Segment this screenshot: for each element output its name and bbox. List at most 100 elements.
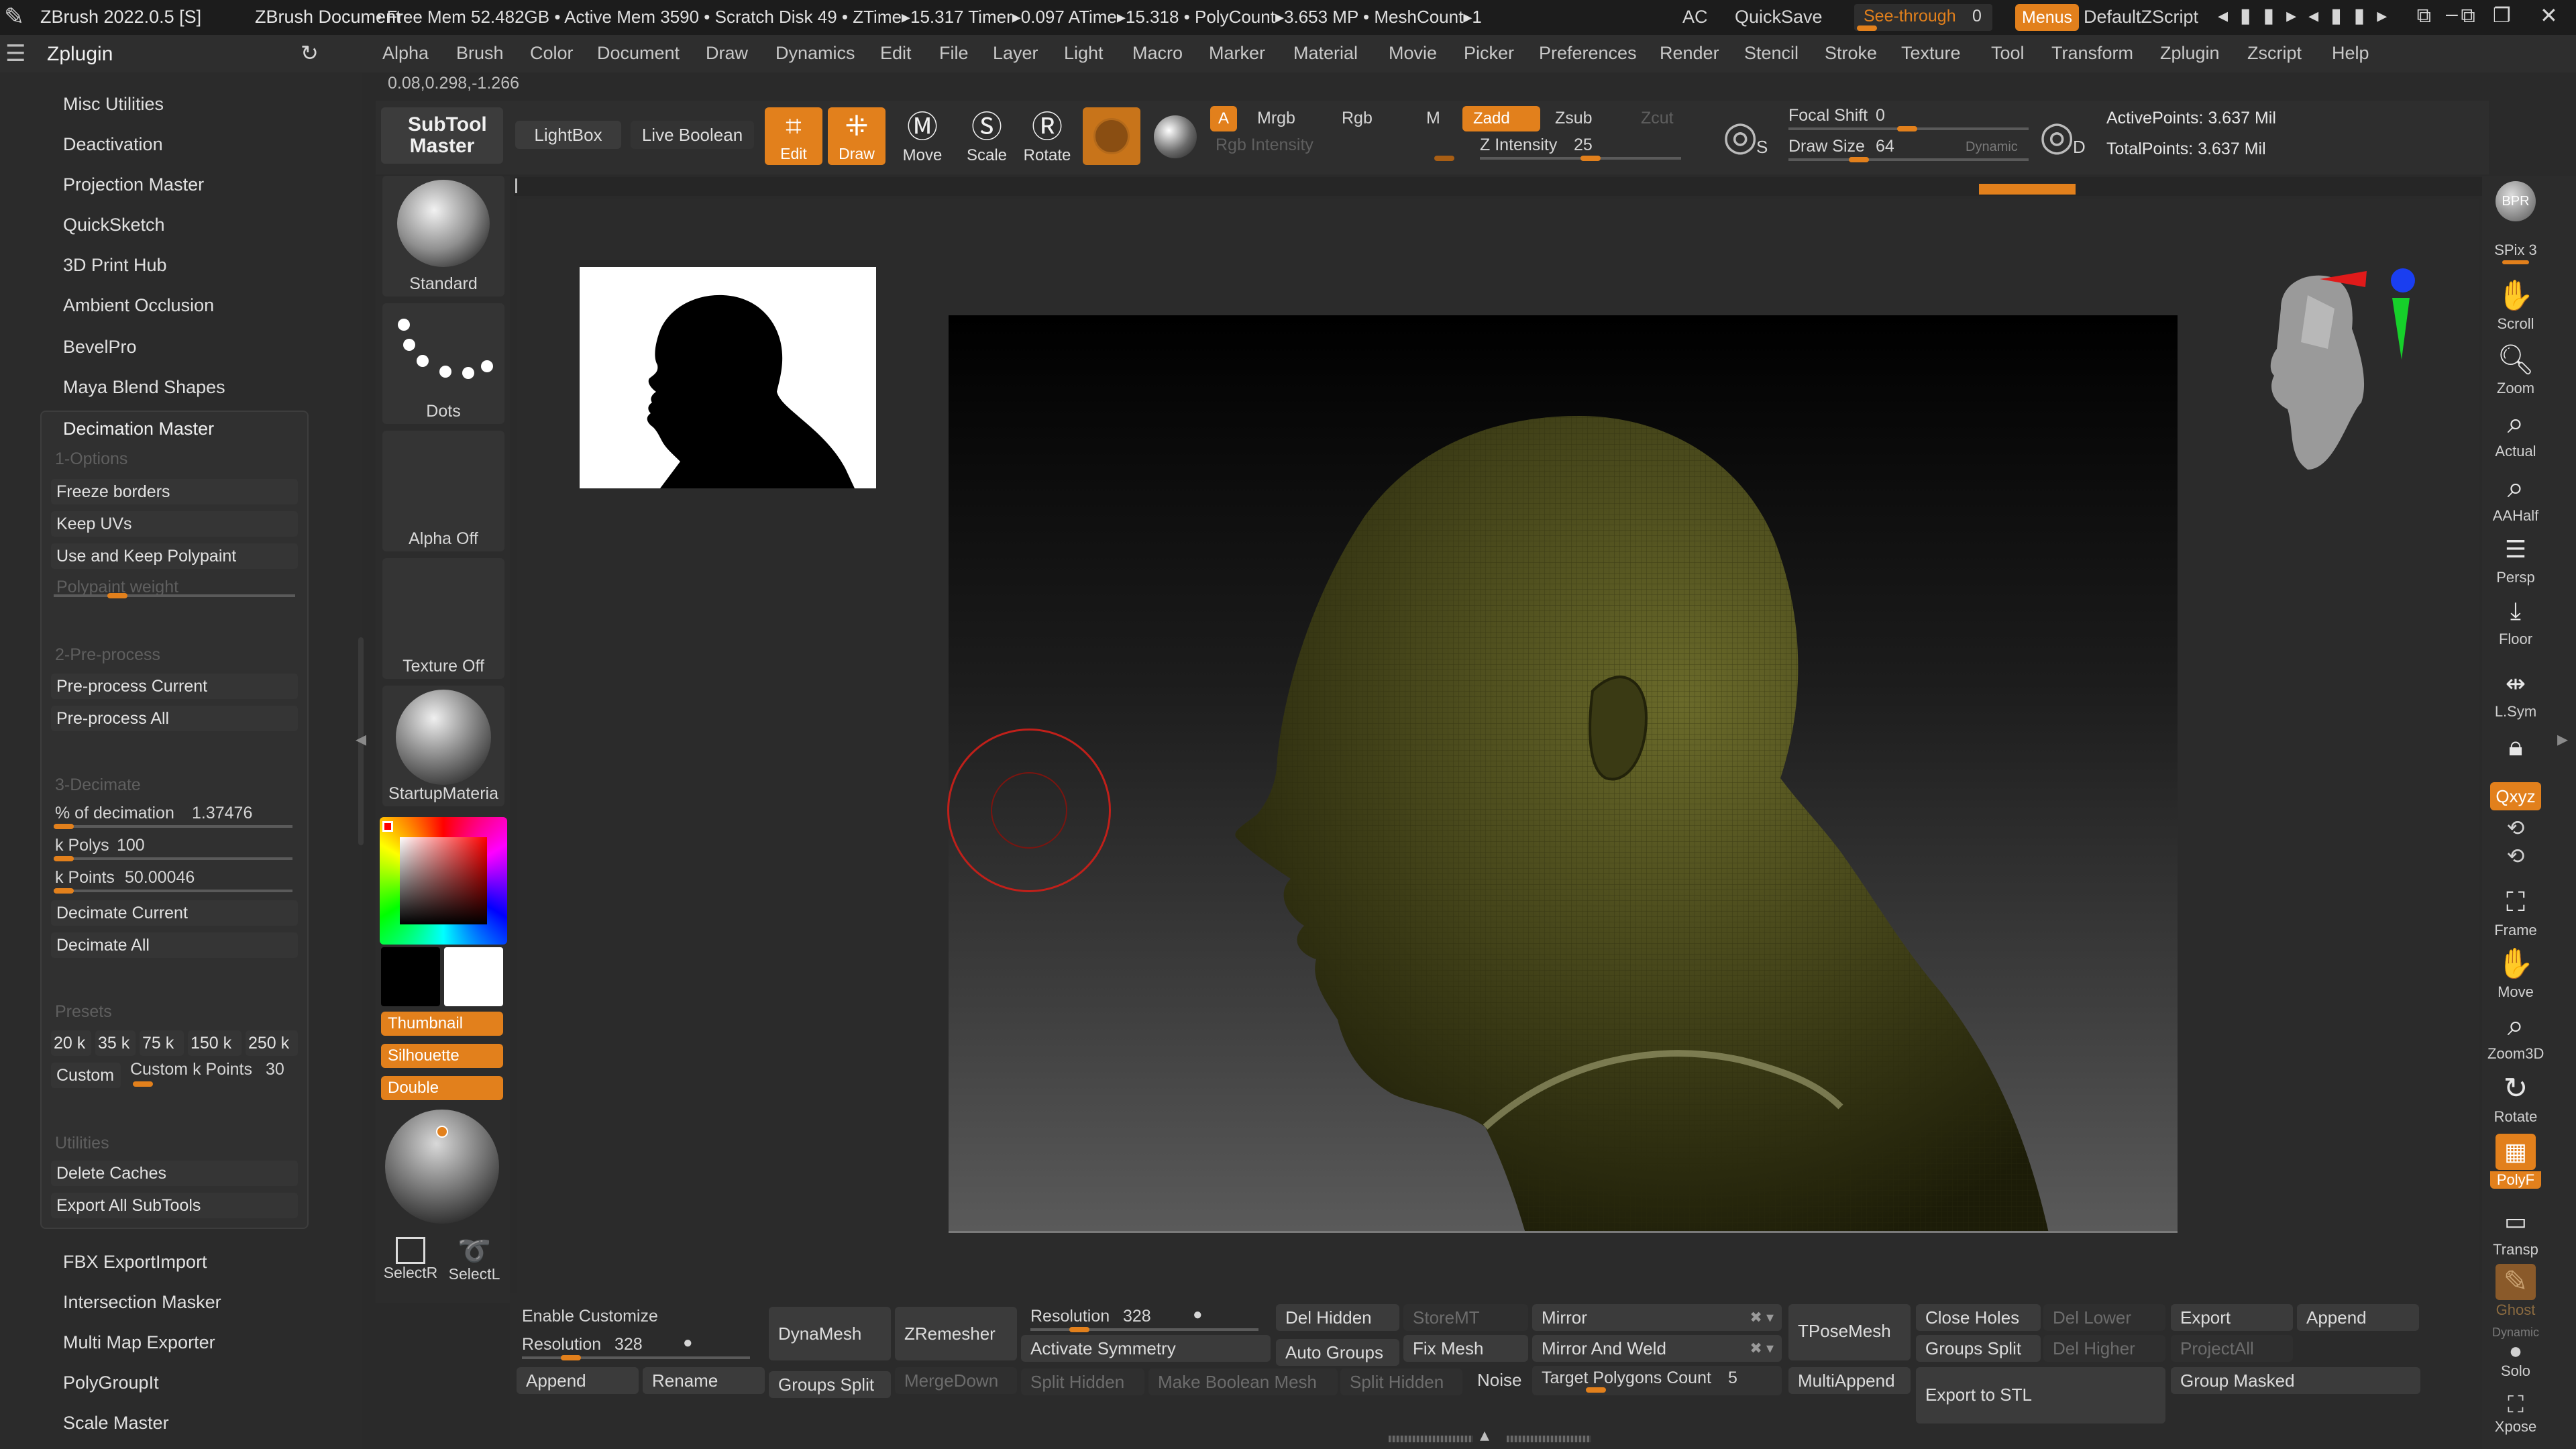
- material-thumb[interactable]: StartupMateria: [382, 686, 504, 806]
- draw-button[interactable]: ⁜ Draw: [828, 107, 885, 165]
- del-hidden-button[interactable]: Del Hidden: [1276, 1304, 1399, 1331]
- live-boolean-button[interactable]: Live Boolean: [631, 121, 754, 149]
- export-to-stl-button[interactable]: Export to STL: [1916, 1367, 2165, 1424]
- default-zscript-button[interactable]: DefaultZScript: [2084, 7, 2198, 28]
- persp-button[interactable]: ☰ Persp: [2487, 531, 2544, 586]
- bpr-button[interactable]: BPR: [2487, 181, 2544, 223]
- mergedown-button[interactable]: MergeDown: [895, 1367, 1017, 1394]
- delete-caches-button[interactable]: Delete Caches: [51, 1161, 298, 1186]
- rotate-button[interactable]: Ⓡ Rotate: [1017, 107, 1077, 168]
- brush-standard-thumb[interactable]: Standard: [382, 176, 504, 297]
- see-through-slider[interactable]: See-through 0: [1854, 4, 1992, 31]
- menu-macro[interactable]: Macro: [1132, 43, 1183, 64]
- zoom-button[interactable]: 🔍︎ Zoom: [2487, 342, 2544, 397]
- multiappend-button[interactable]: MultiAppend: [1788, 1367, 1911, 1394]
- zremesher-button[interactable]: ZRemesher: [895, 1307, 1017, 1360]
- append-button[interactable]: Append: [517, 1367, 639, 1394]
- custom-kpoints-slider[interactable]: Custom k Points 30: [126, 1060, 298, 1088]
- mirror-button[interactable]: Mirror ✖ ▾: [1532, 1304, 1782, 1331]
- ghost-button[interactable]: ✎ Ghost: [2487, 1264, 2544, 1319]
- plugin-intersection-masker[interactable]: Intersection Masker: [63, 1292, 221, 1313]
- gizmo-sphere[interactable]: [385, 1110, 499, 1224]
- m-toggle[interactable]: M: [1426, 109, 1440, 128]
- color-picker-square[interactable]: [400, 837, 487, 924]
- rotate-z-button[interactable]: ⟲: [2487, 843, 2544, 869]
- menu-alpha[interactable]: Alpha: [382, 43, 429, 64]
- kpoints-slider[interactable]: k Points 50.00046: [51, 867, 298, 894]
- solo-button[interactable]: Dynamic ● Solo: [2487, 1326, 2544, 1380]
- transp-button[interactable]: ▭ Transp: [2487, 1203, 2544, 1258]
- split-hidden-2-button[interactable]: Split Hidden: [1340, 1368, 1462, 1395]
- menu-brush[interactable]: Brush: [456, 43, 504, 64]
- freeze-borders-toggle[interactable]: Freeze borders: [51, 479, 298, 504]
- auto-groups-button[interactable]: Auto Groups: [1276, 1339, 1399, 1366]
- plugin-polygroupit[interactable]: PolyGroupIt: [63, 1373, 159, 1393]
- fix-mesh-button[interactable]: Fix Mesh: [1403, 1335, 1528, 1362]
- tposemesh-button[interactable]: TPoseMesh: [1788, 1304, 1911, 1360]
- groups-split-2-button[interactable]: Groups Split: [1916, 1335, 2041, 1362]
- silhouette-toggle[interactable]: Silhouette: [381, 1044, 503, 1068]
- menu-stroke[interactable]: Stroke: [1825, 43, 1877, 64]
- actual-button[interactable]: ⌕ Actual: [2487, 405, 2544, 460]
- rotate-y-button[interactable]: ⟲: [2487, 814, 2544, 841]
- menu-draw[interactable]: Draw: [706, 43, 748, 64]
- split-hidden-button[interactable]: Split Hidden: [1021, 1368, 1144, 1395]
- menus-button[interactable]: Menus: [2015, 4, 2080, 31]
- lock-button[interactable]: 🔒︎: [2487, 729, 2544, 766]
- ac-button[interactable]: AC: [1682, 7, 1708, 28]
- collapse-left-icon[interactable]: ◂: [356, 726, 366, 751]
- polyf-button[interactable]: ▦ PolyF: [2487, 1134, 2544, 1189]
- primary-color-swatch[interactable]: [381, 947, 440, 1006]
- zcut-toggle[interactable]: Zcut: [1641, 109, 1674, 128]
- thumbnail-toggle[interactable]: Thumbnail: [381, 1012, 503, 1036]
- texture-off-thumb[interactable]: Texture Off: [382, 558, 504, 679]
- group-masked-button[interactable]: Group Masked: [2171, 1367, 2420, 1394]
- menu-movie[interactable]: Movie: [1389, 43, 1437, 64]
- scroll-button[interactable]: ✋ Scroll: [2487, 278, 2544, 333]
- model-viewport[interactable]: [949, 315, 2178, 1233]
- groups-split-button[interactable]: Groups Split: [769, 1371, 891, 1398]
- menu-marker[interactable]: Marker: [1209, 43, 1265, 64]
- double-toggle[interactable]: Double: [381, 1076, 503, 1100]
- zoom3d-button[interactable]: ⌕ Zoom3D: [2487, 1008, 2544, 1063]
- zremesher-resolution-slider[interactable]: Resolution 328 ●: [1021, 1305, 1271, 1332]
- append-2-button[interactable]: Append: [2297, 1304, 2419, 1331]
- menu-light[interactable]: Light: [1064, 43, 1104, 64]
- z-intensity-slider[interactable]: Z Intensity 25: [1473, 134, 1688, 161]
- pct-decimation-slider[interactable]: % of decimation 1.37476: [51, 802, 298, 829]
- activate-symmetry-button[interactable]: Activate Symmetry: [1021, 1335, 1271, 1362]
- menu-help[interactable]: Help: [2332, 43, 2369, 64]
- quicksave-button[interactable]: QuickSave: [1735, 7, 1823, 28]
- refresh-icon[interactable]: ↻: [301, 40, 319, 66]
- menu-texture[interactable]: Texture: [1901, 43, 1961, 64]
- focal-s-button[interactable]: ◎ S: [1723, 114, 1779, 165]
- dynamic-label[interactable]: Dynamic: [1966, 140, 2018, 155]
- keep-polypaint-toggle[interactable]: Use and Keep Polypaint: [51, 543, 298, 569]
- alpha-off-thumb[interactable]: Alpha Off: [382, 431, 504, 551]
- menu-picker[interactable]: Picker: [1464, 43, 1514, 64]
- spix-slider[interactable]: SPix 3: [2487, 241, 2544, 264]
- plugin-maya-blend-shapes[interactable]: Maya Blend Shapes: [63, 377, 225, 398]
- timeline-strip[interactable]: [514, 177, 2482, 196]
- menu-preferences[interactable]: Preferences: [1539, 43, 1637, 64]
- plugin-ambient-occlusion[interactable]: Ambient Occlusion: [63, 295, 214, 316]
- preset-150k[interactable]: 150 k: [188, 1030, 241, 1056]
- preset-250k[interactable]: 250 k: [246, 1030, 298, 1056]
- restore-icon[interactable]: ❐: [2493, 4, 2511, 28]
- dynamesh-button[interactable]: DynaMesh: [769, 1307, 891, 1360]
- menu-material[interactable]: Material: [1293, 43, 1358, 64]
- projectall-button[interactable]: ProjectAll: [2171, 1335, 2293, 1362]
- menu-color[interactable]: Color: [530, 43, 574, 64]
- menu-zscript[interactable]: Zscript: [2247, 43, 2302, 64]
- secondary-color-swatch[interactable]: [444, 947, 503, 1006]
- stroke-dots-thumb[interactable]: Dots: [382, 303, 504, 424]
- rgb-toggle[interactable]: Rgb: [1342, 109, 1373, 128]
- a-toggle[interactable]: A: [1210, 106, 1238, 131]
- menu-edit[interactable]: Edit: [880, 43, 912, 64]
- focal-shift-slider[interactable]: Focal Shift 0: [1784, 105, 2033, 131]
- color-picker[interactable]: [380, 817, 507, 945]
- rename-button[interactable]: Rename: [643, 1367, 765, 1394]
- draw-size-slider[interactable]: Draw Size 64 Dynamic: [1784, 136, 2033, 162]
- plugin-deactivation[interactable]: Deactivation: [63, 134, 163, 155]
- export-all-subtools-button[interactable]: Export All SubTools: [51, 1193, 298, 1218]
